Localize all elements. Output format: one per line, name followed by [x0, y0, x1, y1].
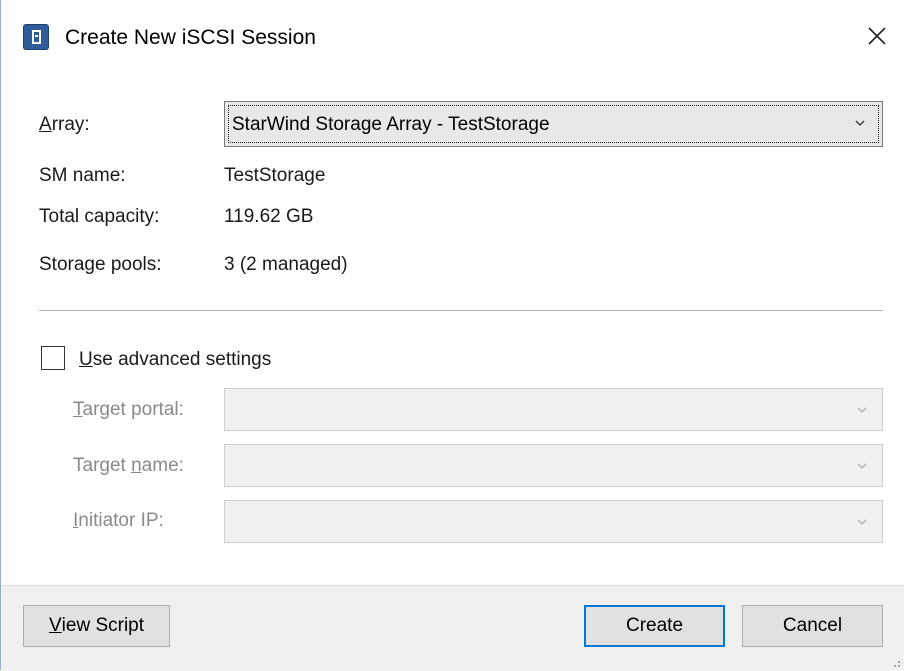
- close-button[interactable]: [854, 14, 900, 58]
- target-name-select[interactable]: [224, 444, 883, 487]
- use-advanced-settings-label[interactable]: Use advanced settings: [79, 349, 271, 371]
- array-select-value: StarWind Storage Array - TestStorage: [232, 114, 550, 135]
- window-title: Create New iSCSI Session: [65, 26, 316, 49]
- dialog-footer: View Script Create Cancel: [1, 585, 904, 671]
- use-advanced-settings-checkbox[interactable]: [41, 346, 65, 370]
- create-button[interactable]: Create: [584, 605, 725, 647]
- total-capacity-value: 119.62 GB: [224, 206, 314, 227]
- initiator-ip-label: Initiator IP:: [73, 510, 164, 531]
- chevron-down-icon: [857, 519, 867, 525]
- target-portal-select[interactable]: [224, 388, 883, 431]
- storage-array-icon: [23, 24, 49, 50]
- array-label: Array:: [39, 114, 90, 135]
- storage-pools-label: Storage pools:: [39, 254, 162, 275]
- target-name-label: Target name:: [73, 455, 184, 476]
- total-capacity-label: Total capacity:: [39, 206, 160, 227]
- initiator-ip-select[interactable]: [224, 500, 883, 543]
- resize-grip-icon[interactable]: [889, 656, 901, 668]
- array-select[interactable]: StarWind Storage Array - TestStorage: [224, 101, 883, 147]
- chevron-down-icon: [857, 407, 867, 413]
- sm-name-label: SM name:: [39, 165, 126, 186]
- create-iscsi-session-dialog: Create New iSCSI Session Array: StarWind…: [0, 0, 904, 671]
- chevron-down-icon: [857, 463, 867, 469]
- close-icon: [868, 27, 886, 45]
- target-portal-label: Target portal:: [73, 399, 184, 420]
- section-divider: [39, 310, 883, 311]
- view-script-button[interactable]: View Script: [23, 605, 170, 647]
- cancel-button[interactable]: Cancel: [742, 605, 883, 647]
- title-bar: Create New iSCSI Session: [1, 0, 904, 78]
- storage-pools-value: 3 (2 managed): [224, 254, 348, 275]
- chevron-down-icon: [855, 120, 865, 126]
- sm-name-value: TestStorage: [224, 165, 326, 186]
